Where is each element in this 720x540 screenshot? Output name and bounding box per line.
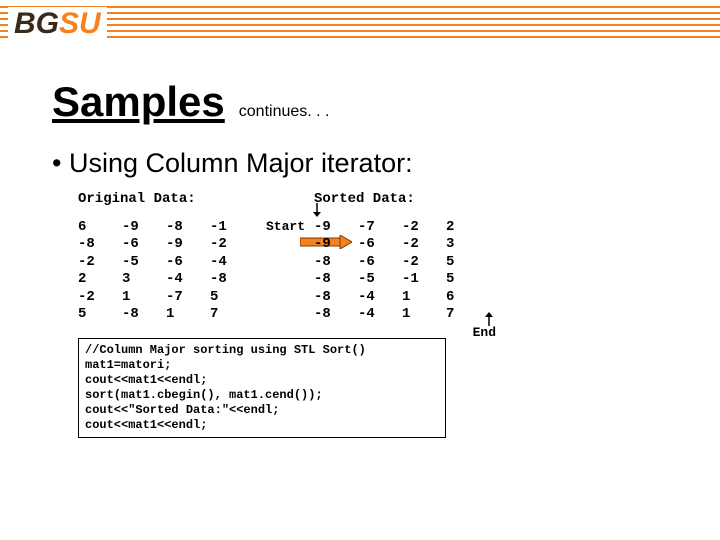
banner-rule-lines xyxy=(0,0,720,48)
sorted-matrix: -9 -9 -8 -8 -8 -8 -7 -6 -6 -5 -4 -4 xyxy=(314,219,490,324)
page-title: Samples xyxy=(52,78,225,126)
data-zone: Original Data: 6 -8 -2 2 -2 5 -9 -6 -5 3… xyxy=(78,191,720,438)
original-col-2: -8 -9 -6 -4 -7 1 xyxy=(166,219,210,324)
sorted-label: Sorted Data: xyxy=(314,191,490,209)
sorted-col-3: 2 3 5 5 6 7 xyxy=(446,219,490,324)
code-snippet: //Column Major sorting using STL Sort() … xyxy=(78,338,446,438)
end-label: End xyxy=(473,325,496,341)
logo-text-right: SU xyxy=(59,7,101,41)
original-col-1: -9 -6 -5 3 1 -8 xyxy=(122,219,166,324)
header-banner: BGSU xyxy=(0,0,720,48)
original-label: Original Data: xyxy=(78,191,254,209)
original-matrix: 6 -8 -2 2 -2 5 -9 -6 -5 3 1 -8 -8 xyxy=(78,219,254,324)
start-label: Start xyxy=(266,219,305,235)
sorted-col-0: -9 -9 -8 -8 -8 -8 xyxy=(314,219,358,324)
page-subtitle: continues. . . xyxy=(239,103,330,121)
arrow-down-start-icon xyxy=(312,203,322,217)
sorted-block: Sorted Data: Start -9 -9 -8 -8 -8 -8 xyxy=(314,191,490,324)
university-logo: BGSU xyxy=(8,7,107,41)
arrow-up-end-icon xyxy=(484,312,494,326)
original-col-3: -1 -2 -4 -8 5 7 xyxy=(210,219,254,324)
logo-text-left: BG xyxy=(14,7,59,41)
original-col-0: 6 -8 -2 2 -2 5 xyxy=(78,219,122,324)
sorted-col-2: -2 -2 -2 -1 1 1 xyxy=(402,219,446,324)
sorted-col-1: -7 -6 -6 -5 -4 -4 xyxy=(358,219,402,324)
title-row: Samples continues. . . xyxy=(52,78,720,126)
original-block: Original Data: 6 -8 -2 2 -2 5 -9 -6 -5 3… xyxy=(78,191,254,324)
bullet-heading: Using Column Major iterator: xyxy=(52,148,720,179)
